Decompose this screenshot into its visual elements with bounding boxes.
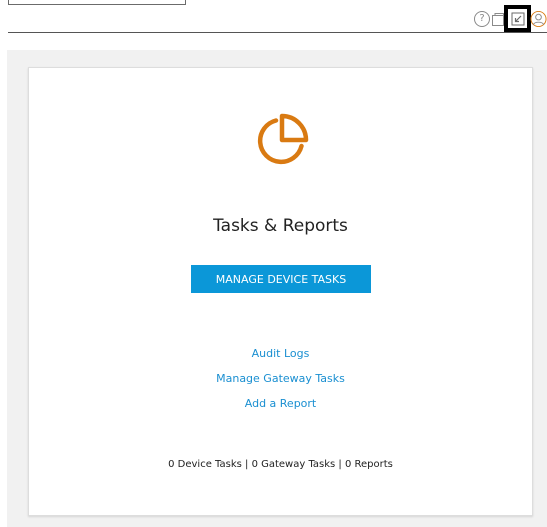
collapse-button[interactable] (504, 5, 531, 32)
top-header: ? (0, 0, 547, 33)
device-tasks-count: 0 Device Tasks (168, 459, 242, 470)
task-summary: 0 Device Tasks | 0 Gateway Tasks | 0 Rep… (29, 459, 532, 470)
manage-gateway-tasks-link[interactable]: Manage Gateway Tasks (29, 366, 532, 391)
summary-separator: | (241, 459, 252, 470)
user-button[interactable] (530, 10, 547, 28)
collapse-icon (511, 12, 524, 25)
apps-icon (492, 13, 504, 26)
gateway-tasks-count: 0 Gateway Tasks (251, 459, 336, 470)
manage-device-tasks-button[interactable]: MANAGE DEVICE TASKS (191, 265, 371, 293)
reports-count: 0 Reports (344, 459, 393, 470)
card-title: Tasks & Reports (213, 216, 348, 236)
pie-chart-icon (257, 113, 309, 165)
audit-logs-link[interactable]: Audit Logs (29, 341, 532, 366)
header-divider (8, 32, 547, 33)
add-report-link[interactable]: Add a Report (29, 391, 532, 416)
tasks-reports-card: Tasks & Reports MANAGE DEVICE TASKS Audi… (28, 67, 533, 516)
search-field-partial[interactable] (8, 0, 186, 5)
summary-separator: | (335, 459, 345, 470)
page: ? Tasks & Reports MANAGE DEVICE TASKS Au… (0, 0, 547, 527)
help-icon: ? (474, 11, 490, 27)
card-links: Audit Logs Manage Gateway Tasks Add a Re… (29, 341, 532, 416)
user-icon (530, 10, 547, 28)
